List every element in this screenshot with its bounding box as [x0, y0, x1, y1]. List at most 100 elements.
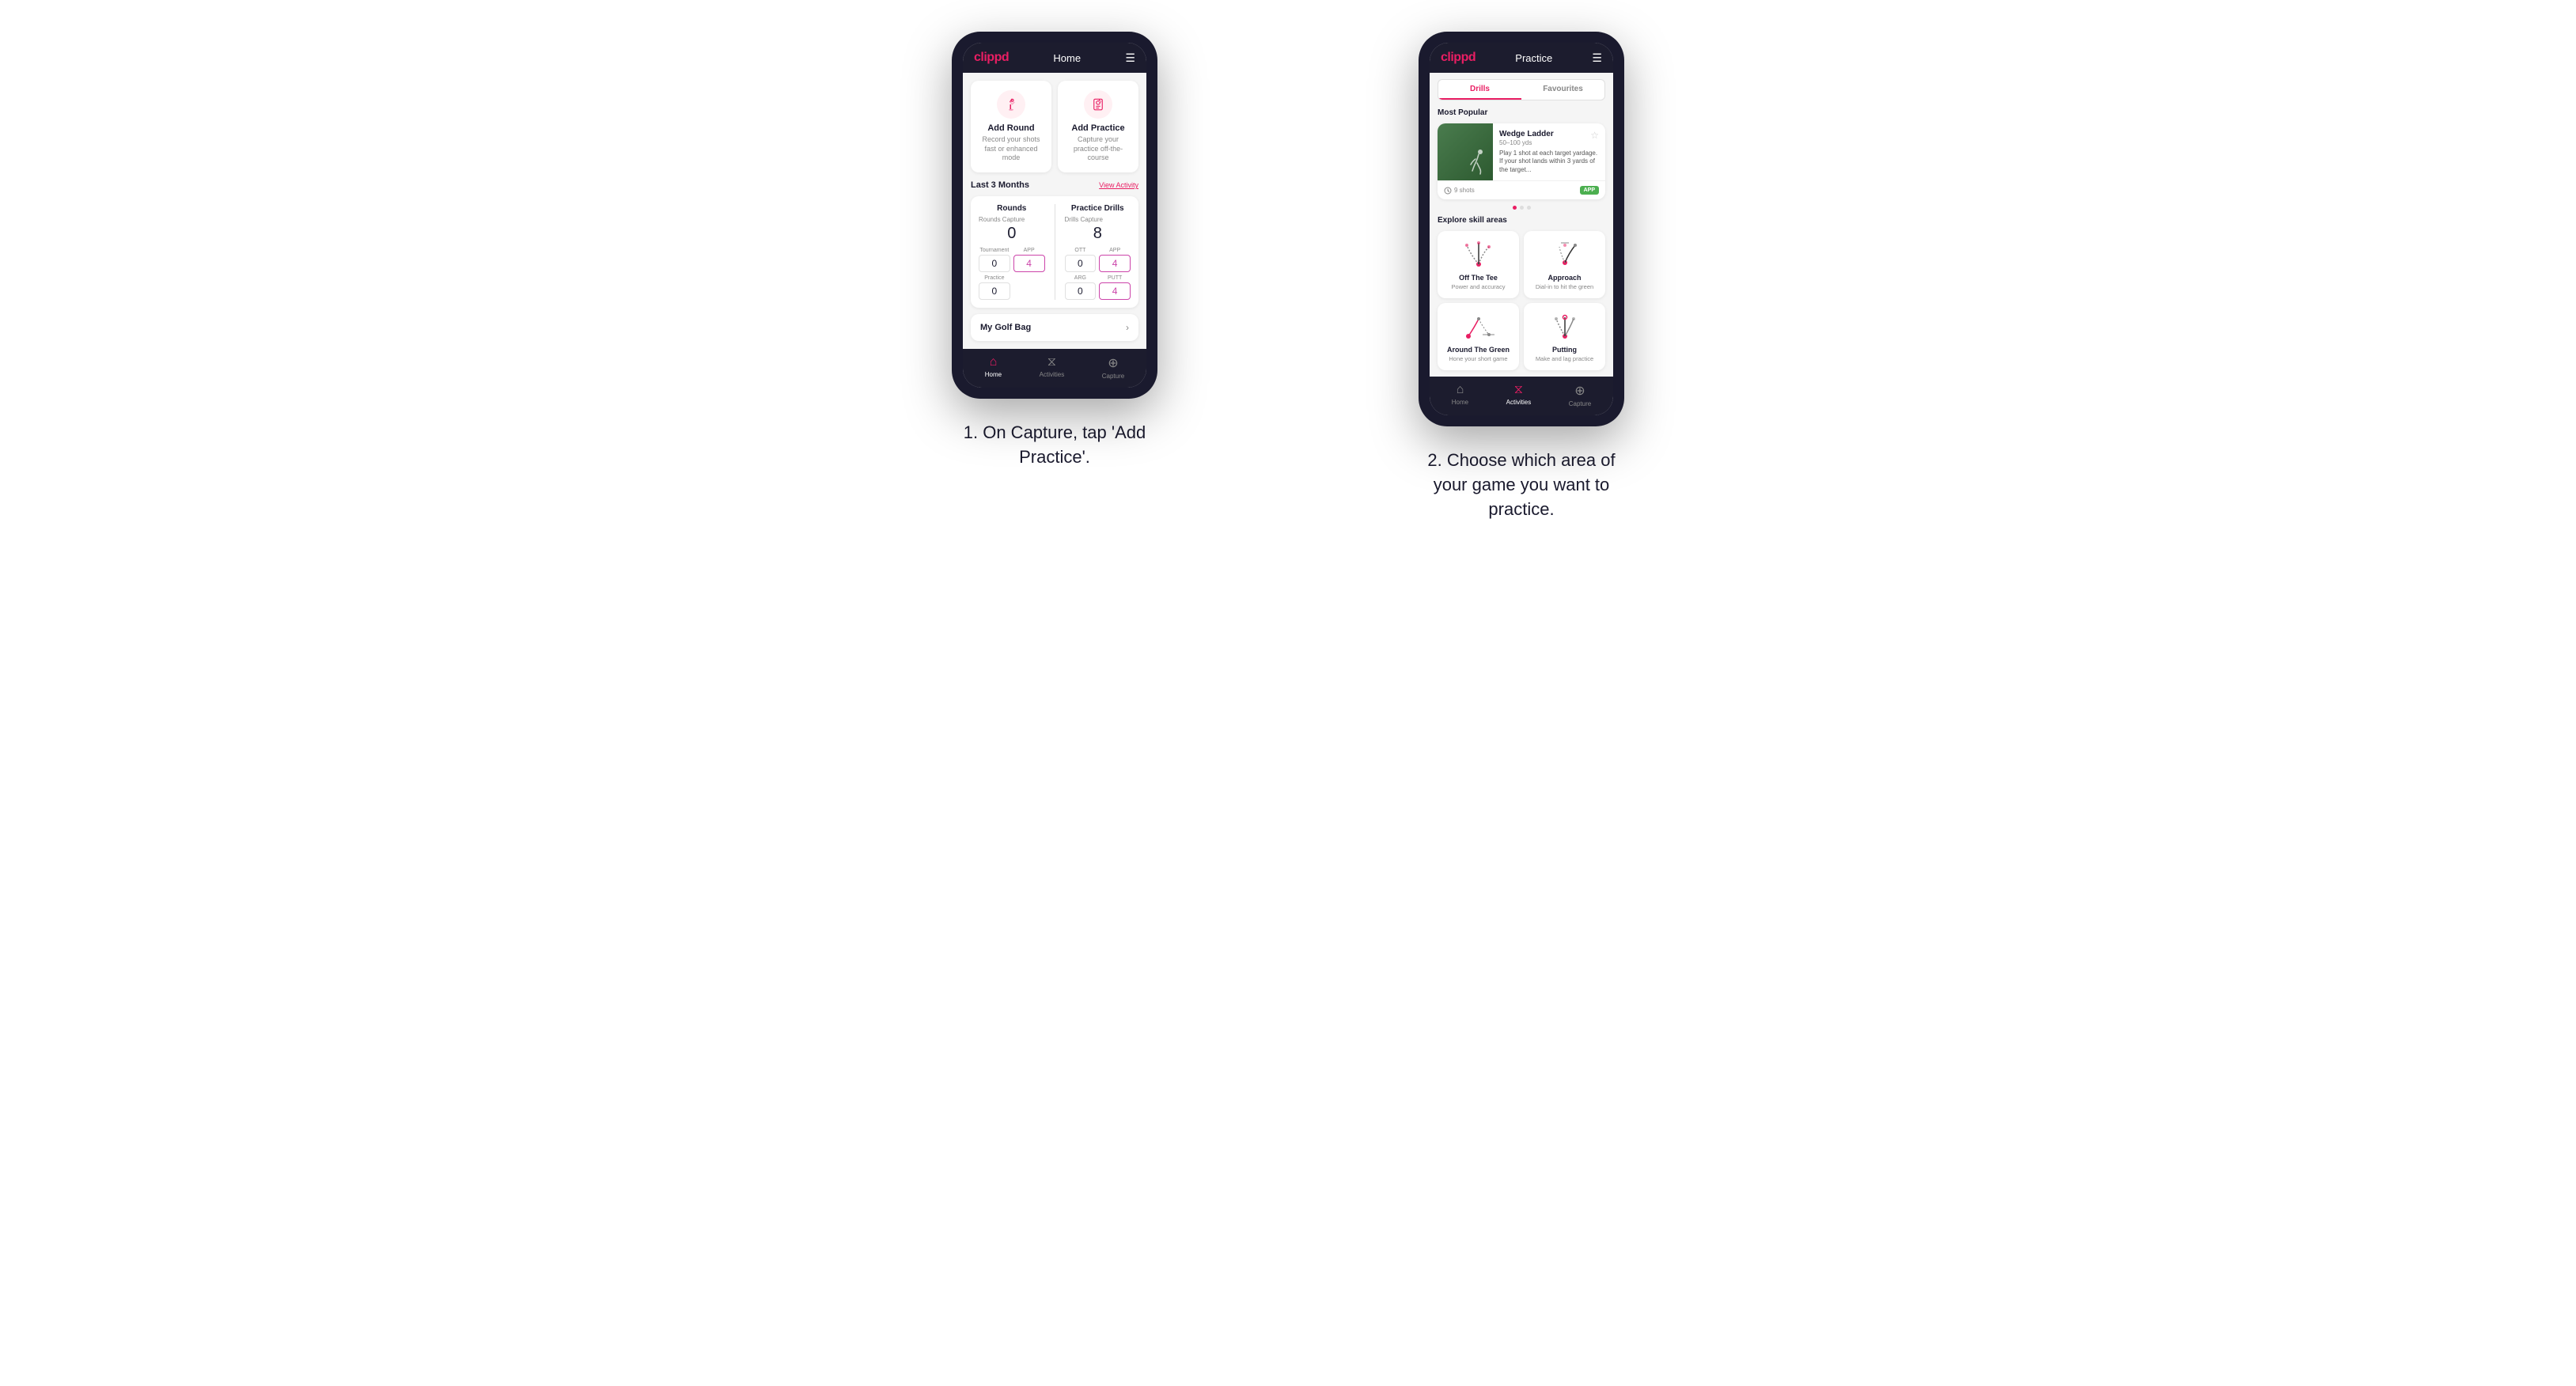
featured-footer: 9 shots APP: [1438, 180, 1605, 199]
skill-approach[interactable]: Approach Dial-in to hit the green: [1524, 231, 1605, 298]
putt-value: 4: [1099, 282, 1131, 300]
phone1-screen: clippd Home ☰: [963, 43, 1146, 388]
add-practice-desc: Capture your practice off-the-course: [1064, 135, 1132, 163]
dot-2: [1520, 206, 1524, 210]
drills-value: 8: [1065, 225, 1131, 243]
ott-diagram-icon: [1459, 239, 1498, 271]
dot-3: [1527, 206, 1531, 210]
featured-title: Wedge Ladder: [1499, 130, 1599, 138]
arg-value: 0: [1065, 282, 1097, 300]
activities-nav-label: Activities: [1040, 371, 1065, 378]
skill-around-green[interactable]: Around The Green Hone your short game: [1438, 303, 1519, 370]
view-activity-link[interactable]: View Activity: [1099, 181, 1138, 189]
approach-title: Approach: [1547, 274, 1581, 282]
stats-container: Rounds Rounds Capture 0 Tournament 0 APP: [971, 196, 1138, 308]
putt-title: Putting: [1552, 346, 1577, 354]
drills-title: Practice Drills: [1065, 204, 1131, 213]
shots-count: 9 shots: [1444, 187, 1475, 195]
phone2-home-nav-icon: ⌂: [1457, 383, 1464, 397]
arg-stat: ARG 0: [1065, 275, 1097, 300]
skill-off-the-tee[interactable]: Off The Tee Power and accuracy: [1438, 231, 1519, 298]
rounds-app-stat: APP 4: [1013, 248, 1045, 272]
phone2-menu-icon[interactable]: ☰: [1592, 51, 1602, 65]
featured-inner: Wedge Ladder 50–100 yds Play 1 shot at e…: [1438, 123, 1605, 180]
phone2-capture-nav-label: Capture: [1569, 400, 1591, 407]
phone2-header: clippd Practice ☰: [1430, 43, 1613, 73]
app-badge: APP: [1580, 186, 1599, 195]
putt-icon-area: [1545, 311, 1585, 343]
clock-icon: [1444, 187, 1452, 195]
phone1-bottom-nav: ⌂ Home ⧖ Activities ⊕ Capture: [963, 349, 1146, 388]
golfer-silhouette-icon: [1468, 149, 1487, 177]
carousel-dots: [1438, 206, 1605, 210]
phone2-nav-capture[interactable]: ⊕ Capture: [1569, 383, 1591, 407]
putt-desc: Make and lag practice: [1536, 355, 1593, 362]
featured-card[interactable]: Wedge Ladder 50–100 yds Play 1 shot at e…: [1438, 123, 1605, 199]
add-practice-card[interactable]: Add Practice Capture your practice off-t…: [1058, 81, 1138, 172]
phone2-logo: clippd: [1441, 51, 1476, 65]
phone2-nav-home[interactable]: ⌂ Home: [1452, 383, 1468, 407]
skill-grid: Off The Tee Power and accuracy: [1438, 231, 1605, 370]
approach-desc: Dial-in to hit the green: [1536, 283, 1593, 290]
practice-tabs: Drills Favourites: [1438, 79, 1605, 100]
atg-title: Around The Green: [1447, 346, 1510, 354]
drills-col: Practice Drills Drills Capture 8 OTT 0 A…: [1065, 204, 1131, 300]
tournament-stat: Tournament 0: [979, 248, 1010, 272]
drills-app-stat: APP 4: [1099, 248, 1131, 272]
phone2-frame: clippd Practice ☰ Drills Favourites Most…: [1419, 32, 1624, 426]
tournament-value: 0: [979, 255, 1010, 272]
phone1-header: clippd Home ☰: [963, 43, 1146, 73]
drills-app-value: 4: [1099, 255, 1131, 272]
phone2-section: clippd Practice ☰ Drills Favourites Most…: [1320, 32, 1723, 522]
featured-subtitle: 50–100 yds: [1499, 139, 1599, 146]
phone2-activities-nav-icon: ⧖: [1514, 383, 1523, 397]
phone2-capture-nav-icon: ⊕: [1574, 383, 1585, 399]
atg-icon-area: [1459, 311, 1498, 343]
caption2: 2. Choose which area of your game you wa…: [1419, 449, 1624, 521]
phone2-bottom-nav: ⌂ Home ⧖ Activities ⊕ Capture: [1430, 377, 1613, 415]
rounds-title: Rounds: [979, 204, 1045, 213]
add-round-desc: Record your shots fast or enhanced mode: [977, 135, 1045, 163]
capture-nav-icon: ⊕: [1108, 355, 1118, 371]
rounds-sub-grid: Tournament 0 APP 4 Practice 0: [979, 248, 1045, 300]
practice-stat: Practice 0: [979, 275, 1010, 300]
star-icon[interactable]: ☆: [1590, 130, 1599, 141]
featured-image: [1438, 123, 1493, 180]
ott-stat: OTT 0: [1065, 248, 1097, 272]
featured-desc: Play 1 shot at each target yardage. If y…: [1499, 150, 1599, 174]
phone1-logo: clippd: [974, 51, 1009, 65]
add-round-card[interactable]: Add Round Record your shots fast or enha…: [971, 81, 1051, 172]
nav-activities[interactable]: ⧖ Activities: [1040, 355, 1065, 380]
phone2-nav-activities[interactable]: ⧖ Activities: [1506, 383, 1532, 407]
phone2-activities-nav-label: Activities: [1506, 399, 1532, 406]
rounds-app-label: APP: [1013, 248, 1045, 253]
tab-drills[interactable]: Drills: [1438, 80, 1521, 100]
tournament-label: Tournament: [979, 248, 1010, 253]
my-golf-bag-label: My Golf Bag: [980, 323, 1031, 332]
capture-nav-label: Capture: [1102, 373, 1124, 380]
phone2-home-nav-label: Home: [1452, 399, 1468, 406]
drills-sub-grid: OTT 0 APP 4 ARG 0: [1065, 248, 1131, 300]
practice-value: 0: [979, 282, 1010, 300]
home-nav-icon: ⌂: [990, 355, 998, 369]
most-popular-label: Most Popular: [1438, 108, 1605, 117]
tab-favourites[interactable]: Favourites: [1521, 80, 1604, 100]
nav-capture[interactable]: ⊕ Capture: [1102, 355, 1124, 380]
add-practice-icon: [1084, 90, 1112, 119]
rounds-capture-label: Rounds Capture: [979, 216, 1045, 223]
skill-putting[interactable]: Putting Make and lag practice: [1524, 303, 1605, 370]
phone1-menu-icon[interactable]: ☰: [1125, 51, 1135, 65]
my-golf-bag[interactable]: My Golf Bag ›: [971, 314, 1138, 341]
rounds-app-value: 4: [1013, 255, 1045, 272]
stats-header: Last 3 Months View Activity: [971, 180, 1138, 190]
drills-app-label: APP: [1099, 248, 1131, 253]
approach-icon-area: [1545, 239, 1585, 271]
phone2-title: Practice: [1515, 52, 1552, 64]
phone1-frame: clippd Home ☰: [952, 32, 1157, 399]
drills-capture-label: Drills Capture: [1065, 216, 1131, 223]
rounds-col: Rounds Rounds Capture 0 Tournament 0 APP: [979, 204, 1045, 300]
featured-info: Wedge Ladder 50–100 yds Play 1 shot at e…: [1493, 123, 1605, 180]
nav-home[interactable]: ⌂ Home: [985, 355, 1002, 380]
home-content: Add Round Record your shots fast or enha…: [963, 73, 1146, 349]
home-nav-label: Home: [985, 371, 1002, 378]
